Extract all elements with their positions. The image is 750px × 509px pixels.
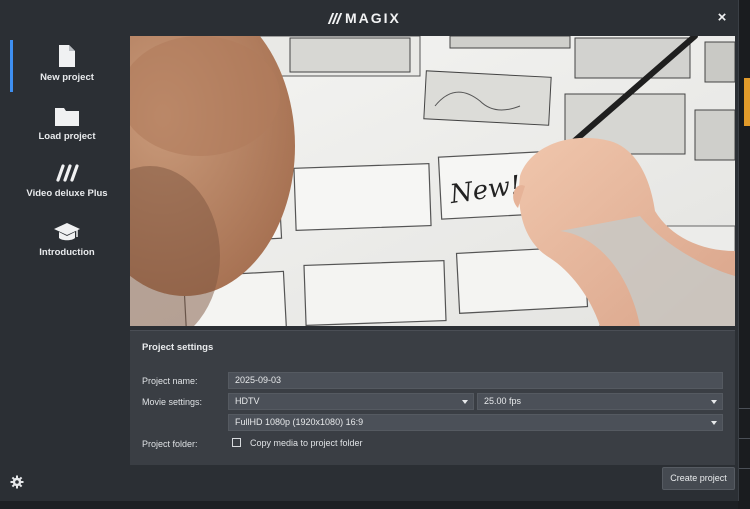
sidebar-item-load-project[interactable]: Load project [12,105,122,142]
magix-logo: MAGIX [327,9,401,27]
copy-media-label[interactable]: Copy media to project folder [250,438,363,448]
sidebar-item-new-project[interactable]: New project [12,44,122,83]
background-app-accent [744,78,750,126]
hero-image: New! [130,36,735,326]
project-name-input[interactable]: 2025-09-03 [228,372,723,389]
sidebar: New project Load project Video deluxe Pl… [0,34,130,334]
movie-settings-label: Movie settings: [142,397,203,407]
frame-rate-value: 25.00 fps [484,396,522,406]
folder-icon [55,108,79,126]
project-name-value: 2025-09-03 [235,375,282,385]
movie-format-select[interactable]: HDTV [228,393,474,410]
project-name-label: Project name: [142,376,198,386]
divider [738,408,750,409]
resolution-value: FullHD 1080p (1920x1080) 16:9 [235,417,364,427]
project-folder-label: Project folder: [142,439,198,449]
sidebar-item-video-deluxe-plus[interactable]: Video deluxe Plus [12,162,122,199]
divider [738,468,750,469]
title-bar: MAGIX × [0,0,738,34]
graduation-cap-icon [54,223,80,241]
sidebar-item-label: Video deluxe Plus [26,188,108,199]
chevron-down-icon [711,400,717,404]
storyboard-photo: New! [130,36,735,326]
magix-slashes-icon [56,164,79,182]
magix-slashes-icon [327,12,343,24]
start-dialog: MAGIX × New project Load project Video d… [0,0,739,501]
panel-title: Project settings [142,342,214,353]
sidebar-item-label: New project [40,72,94,83]
chevron-down-icon [711,421,717,425]
movie-format-value: HDTV [235,396,260,406]
project-settings-panel: Project settings Project name: 2025-09-0… [130,330,735,465]
gear-icon[interactable] [10,475,24,489]
sidebar-item-label: Introduction [39,247,95,258]
sidebar-item-introduction[interactable]: Introduction [12,221,122,258]
close-button[interactable]: × [712,8,732,28]
frame-rate-select[interactable]: 25.00 fps [477,393,723,410]
divider [738,438,750,439]
copy-media-checkbox[interactable] [232,438,241,447]
background-app-edge [738,0,750,509]
sidebar-item-label: Load project [38,131,96,142]
new-file-icon [59,45,75,67]
logo-text: MAGIX [345,10,401,26]
chevron-down-icon [462,400,468,404]
resolution-select[interactable]: FullHD 1080p (1920x1080) 16:9 [228,414,723,431]
create-project-button[interactable]: Create project [662,467,735,490]
